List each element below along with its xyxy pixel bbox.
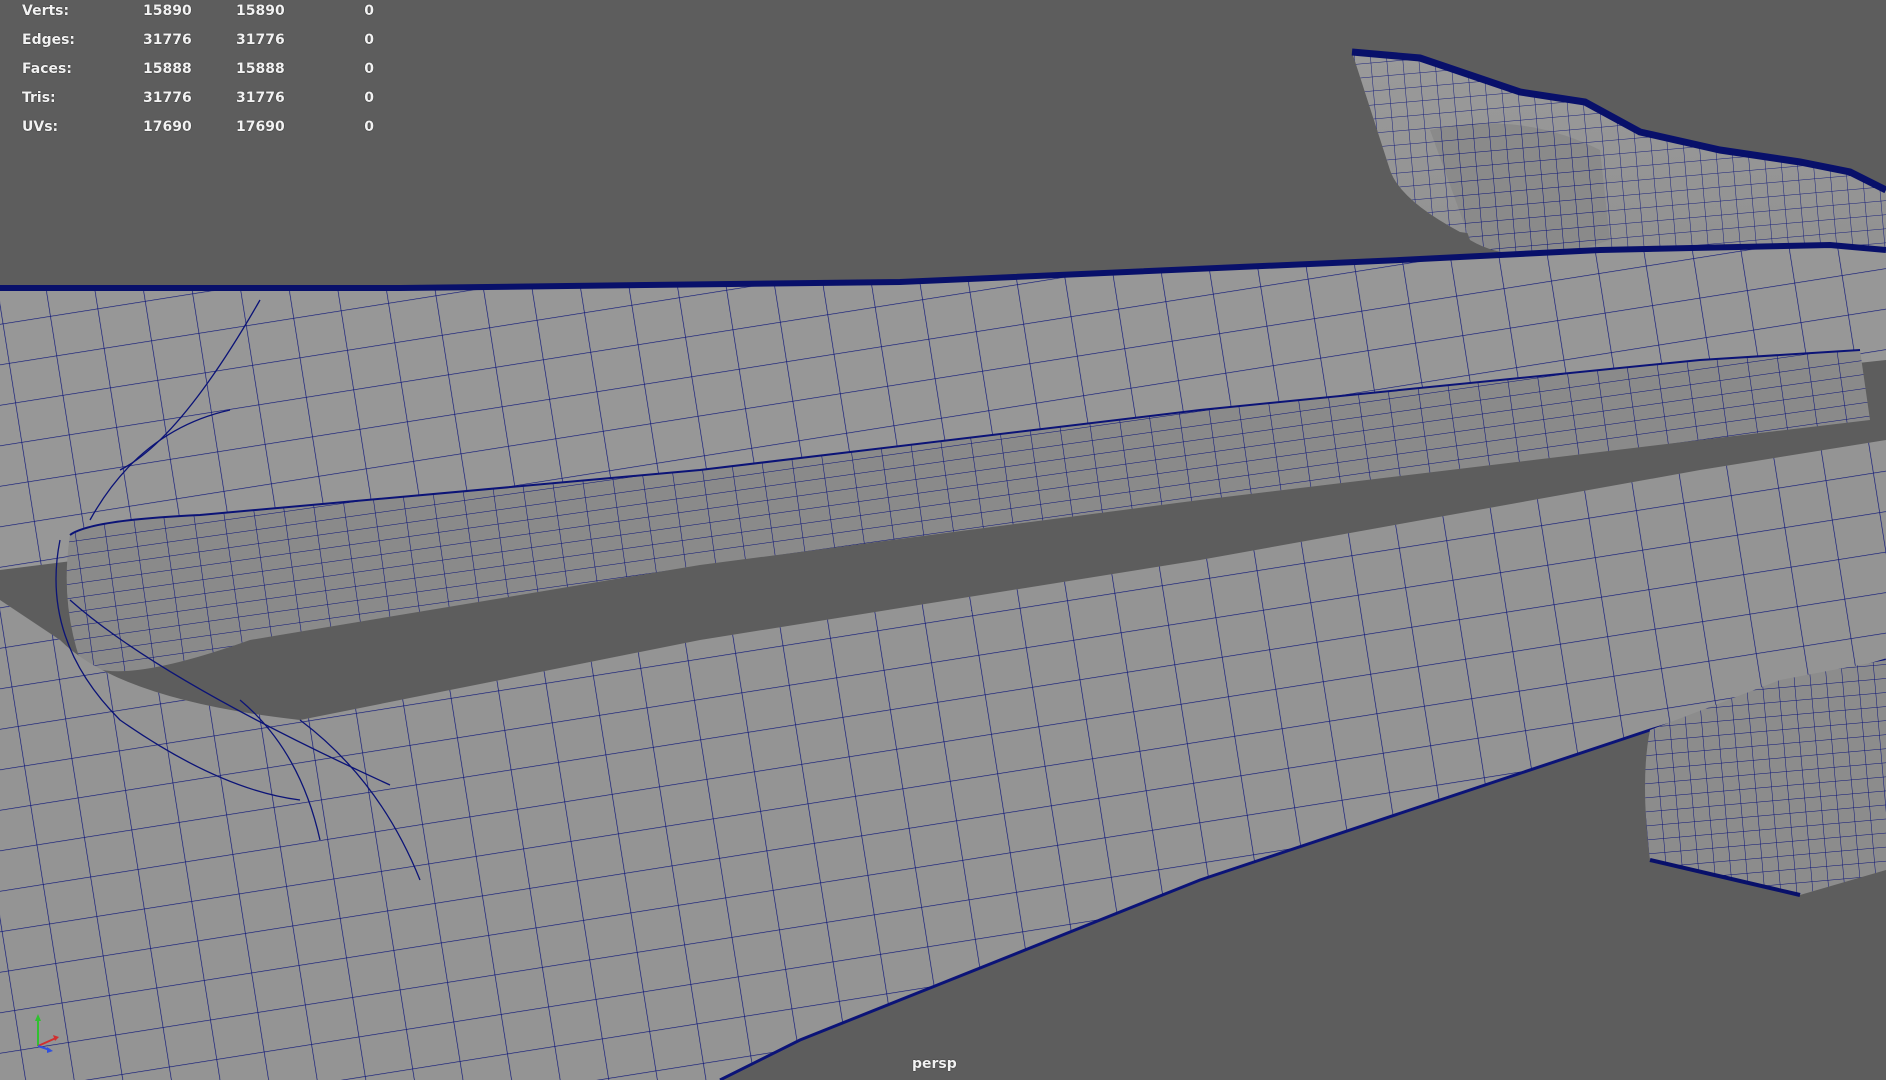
hud-label: Edges: xyxy=(22,32,76,48)
hud-label: Verts: xyxy=(22,3,70,19)
axis-gizmo-icon xyxy=(35,1014,59,1053)
hud-selected: 15890 xyxy=(236,3,285,19)
camera-label: persp xyxy=(912,1056,957,1072)
hud-label: Tris: xyxy=(22,90,56,106)
hud-total: 31776 xyxy=(143,32,192,48)
hud-hidden: 0 xyxy=(364,32,374,48)
hud-selected: 31776 xyxy=(236,90,285,106)
hud-total: 31776 xyxy=(143,90,192,106)
hud-selected: 15888 xyxy=(236,61,285,77)
hud-selected: 17690 xyxy=(236,119,285,135)
wireframe-mesh[interactable] xyxy=(0,0,1886,1080)
hud-label: Faces: xyxy=(22,61,72,77)
hud-hidden: 0 xyxy=(364,90,374,106)
hud-hidden: 0 xyxy=(364,119,374,135)
hud-total: 15888 xyxy=(143,61,192,77)
perspective-viewport[interactable]: Verts: 15890 15890 0 Edges: 31776 31776 … xyxy=(0,0,1886,1080)
hud-total: 15890 xyxy=(143,3,192,19)
poly-count-hud: Verts: 15890 15890 0 Edges: 31776 31776 … xyxy=(0,0,400,140)
hud-hidden: 0 xyxy=(364,61,374,77)
hud-total: 17690 xyxy=(143,119,192,135)
hud-hidden: 0 xyxy=(364,3,374,19)
hud-selected: 31776 xyxy=(236,32,285,48)
hud-label: UVs: xyxy=(22,119,59,135)
